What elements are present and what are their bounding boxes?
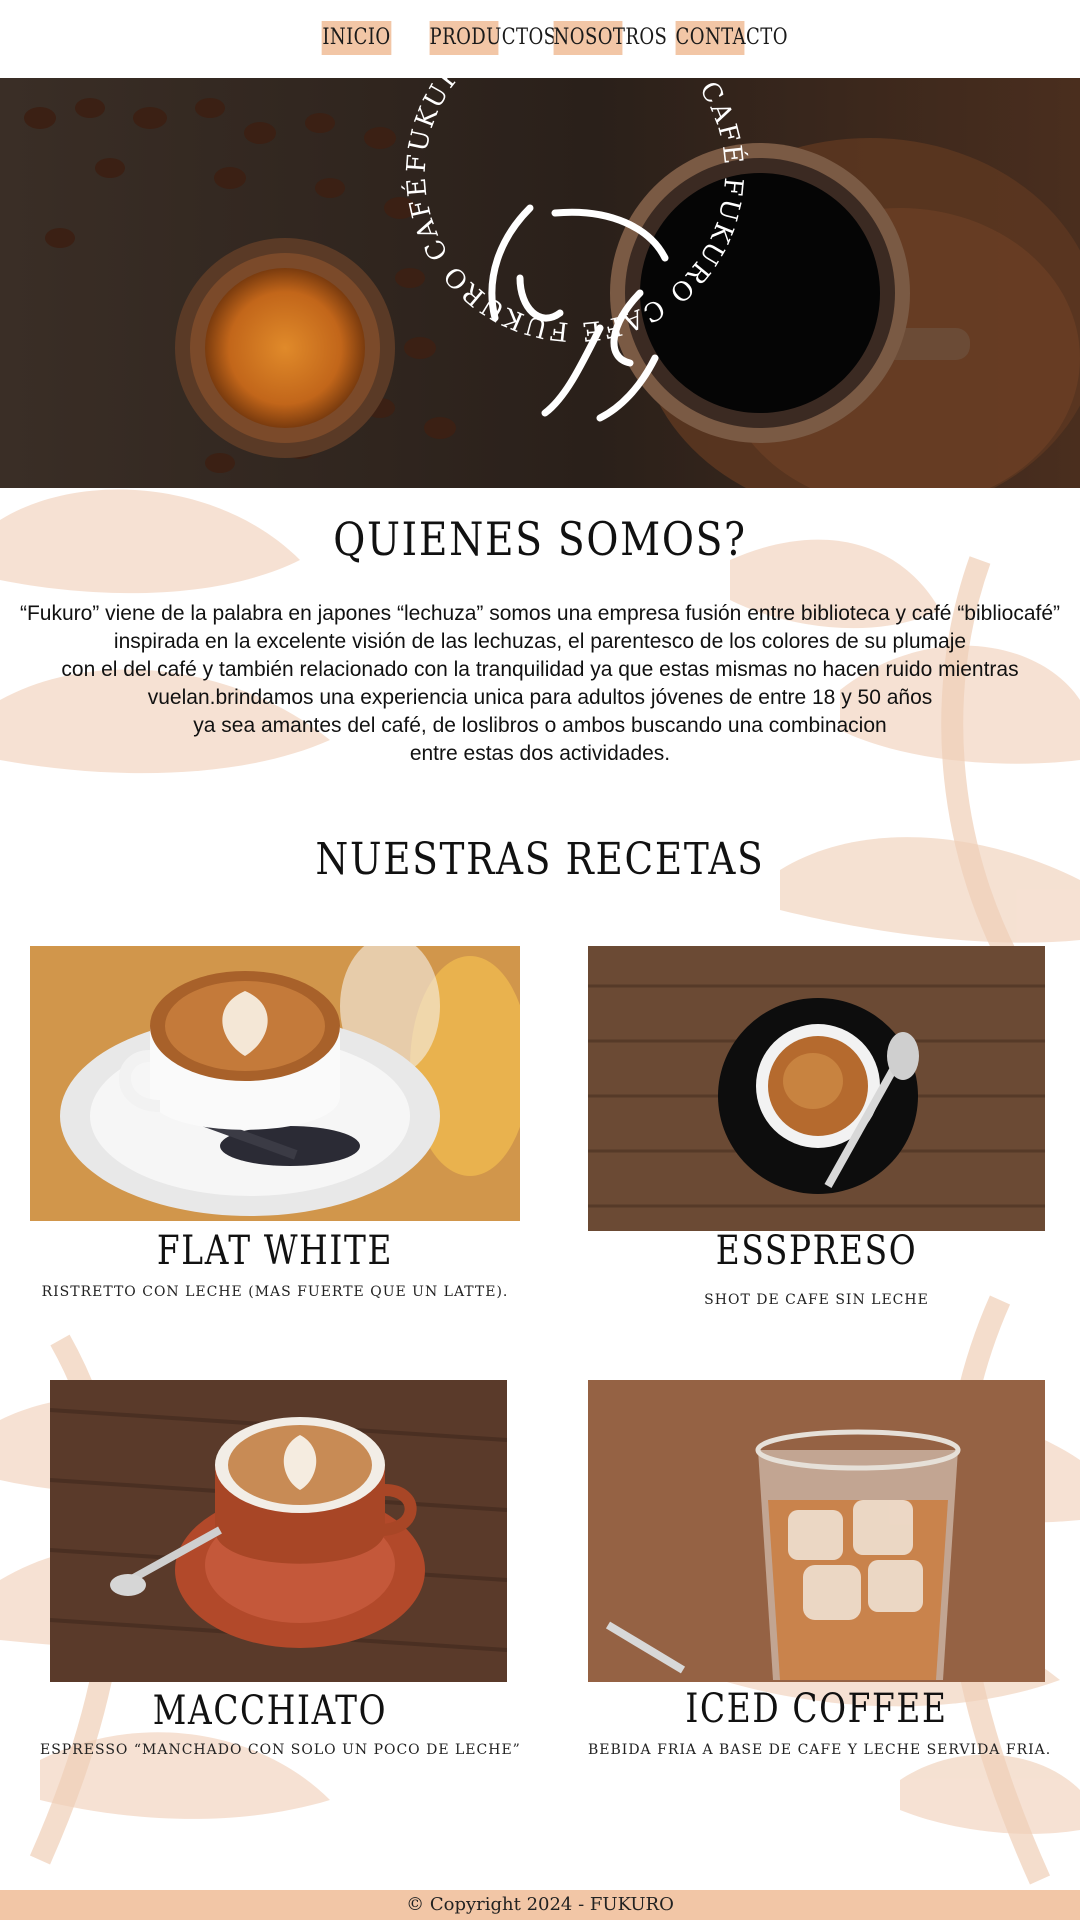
nav-link-nosotros[interactable]: NOSOTROS — [553, 21, 667, 55]
about-line: “Fukuro” viene de la palabra en japones … — [19, 602, 1061, 625]
recipes-title: NUESTRAS RECETAS — [315, 834, 765, 885]
iced-coffee-image — [588, 1380, 1045, 1682]
recipe-desc-macchiato: ESPRESSO “MANCHADO CON SOLO UN POCO DE L… — [40, 1742, 521, 1758]
recipe-name-espresso: ESSPRESO — [715, 1228, 918, 1274]
about-line: con el del café y también relacionado co… — [61, 658, 1019, 681]
about-line: entre estas dos actividades. — [409, 742, 671, 765]
flat-white-image — [30, 946, 520, 1221]
recipe-desc-espresso: SHOT DE CAFE SIN LECHE — [704, 1292, 929, 1308]
hero-coffee-image: FUKURO CAFÉ FUKURO CAFÉ FUKURO CAFÉ FUKU… — [0, 78, 1080, 488]
recipe-name-flat-white: FLAT WHITE — [156, 1228, 394, 1274]
footer: © Copyright 2024 - FUKURO — [0, 1890, 1080, 1920]
recipe-desc-iced-coffee: BEBIDA FRIA A BASE DE CAFE Y LECHE SERVI… — [588, 1742, 1052, 1758]
about-paragraph: “Fukuro” viene de la palabra en japones … — [0, 600, 1080, 768]
about-line: inspirada en la excelente visión de las … — [113, 630, 967, 653]
nav-link-contacto[interactable]: CONTACTO — [675, 21, 788, 55]
about-line: vuelan.brindamos una experiencia unica p… — [147, 686, 933, 709]
hero-banner: FUKURO CAFÉ FUKURO CAFÉ FUKURO CAFÉ FUKU… — [0, 78, 1080, 488]
recipe-desc-flat-white: RISTRETTO CON LECHE (MAS FUERTE QUE UN L… — [41, 1284, 509, 1300]
espresso-image — [588, 946, 1045, 1231]
about-title: QUIENES SOMOS? — [333, 512, 747, 566]
copyright-text: © Copyright 2024 - FUKURO — [406, 1894, 674, 1915]
recipe-name-macchiato: MACCHIATO — [152, 1688, 388, 1734]
recipe-name-iced-coffee: ICED COFFEE — [685, 1686, 948, 1732]
macchiato-image — [50, 1380, 507, 1682]
top-navigation: INICIO PRODUCTOS NOSOTROS CONTACTO — [0, 0, 1080, 78]
nav-link-productos[interactable]: PRODUCTOS — [429, 21, 556, 55]
nav-link-inicio[interactable]: INICIO — [321, 21, 392, 55]
about-line: ya sea amantes del café, de loslibros o … — [193, 714, 887, 737]
